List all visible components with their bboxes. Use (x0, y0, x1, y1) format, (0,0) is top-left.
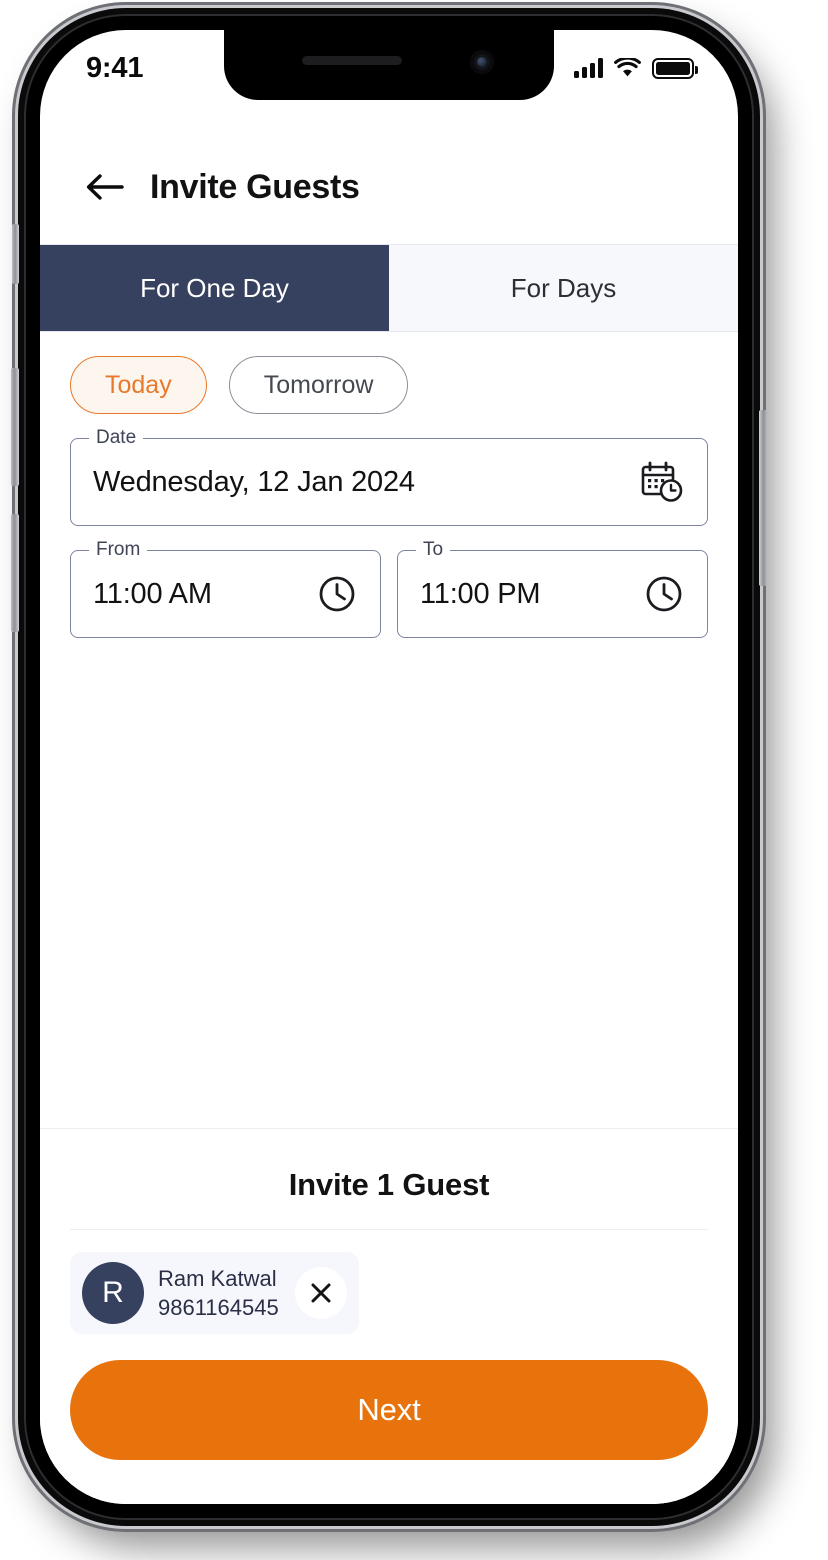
page-title: Invite Guests (150, 167, 360, 206)
avatar: R (82, 1262, 144, 1324)
back-arrow-icon (86, 174, 124, 200)
wifi-icon (614, 58, 641, 77)
clock-icon[interactable] (316, 573, 358, 615)
status-indicators (574, 57, 698, 79)
remove-guest-button[interactable] (294, 1267, 347, 1319)
date-field[interactable]: Date Wednesday, 12 Jan 2024 (70, 427, 708, 526)
day-chip-group: Today Tomorrow (40, 332, 738, 414)
from-field-value: 11:00 AM (93, 577, 212, 610)
to-time-field[interactable]: To 11:00 PM (397, 539, 708, 638)
phone-frame: 9:41 Invite Guests For One Day For Days … (11, 8, 767, 1526)
guest-chip[interactable]: R Ram Katwal 9861164545 (70, 1252, 359, 1334)
status-time: 9:41 (86, 51, 144, 84)
next-button-wrap: Next (40, 1334, 738, 1504)
earpiece-speaker (302, 56, 402, 65)
guest-list: R Ram Katwal 9861164545 (40, 1230, 738, 1334)
clock-icon[interactable] (643, 573, 685, 615)
volume-up-button[interactable] (11, 368, 19, 486)
invite-bottom-section: Invite 1 Guest R Ram Katwal 9861164545 N… (40, 1128, 738, 1504)
tab-bar: For One Day For Days (40, 244, 738, 332)
main-content: Today Tomorrow Date Wednesday, 12 Jan 20… (40, 332, 738, 1504)
date-field-label: Date (89, 427, 144, 449)
back-button[interactable] (78, 160, 132, 214)
from-field-label: From (89, 539, 148, 561)
calendar-clock-icon[interactable] (639, 459, 685, 505)
next-button[interactable]: Next (70, 1360, 708, 1460)
guest-phone: 9861164545 (158, 1294, 279, 1320)
date-field-value: Wednesday, 12 Jan 2024 (93, 465, 415, 498)
signal-bars-icon (574, 58, 603, 78)
app-header: Invite Guests (40, 130, 738, 244)
to-field-label: To (416, 539, 451, 561)
tab-for-one-day[interactable]: For One Day (40, 245, 389, 331)
front-camera-icon (470, 50, 494, 74)
battery-full-icon (652, 57, 698, 79)
close-icon (311, 1283, 331, 1303)
notch (224, 30, 554, 100)
to-field-value: 11:00 PM (420, 577, 541, 610)
chip-tomorrow[interactable]: Tomorrow (228, 356, 409, 414)
silent-switch-button[interactable] (12, 224, 19, 284)
tab-for-days[interactable]: For Days (389, 245, 738, 331)
volume-down-button[interactable] (11, 514, 19, 632)
chip-today[interactable]: Today (70, 356, 207, 414)
from-time-field[interactable]: From 11:00 AM (70, 539, 381, 638)
phone-screen: 9:41 Invite Guests For One Day For Days … (40, 30, 738, 1504)
guest-name: Ram Katwal (158, 1265, 277, 1291)
invite-count-heading: Invite 1 Guest (288, 1167, 490, 1202)
time-field-row: From 11:00 AM To 11:00 PM (40, 539, 738, 638)
date-field-row: Date Wednesday, 12 Jan 2024 (40, 427, 738, 526)
guest-details: Ram Katwal 9861164545 (158, 1266, 279, 1321)
power-button[interactable] (759, 410, 767, 586)
